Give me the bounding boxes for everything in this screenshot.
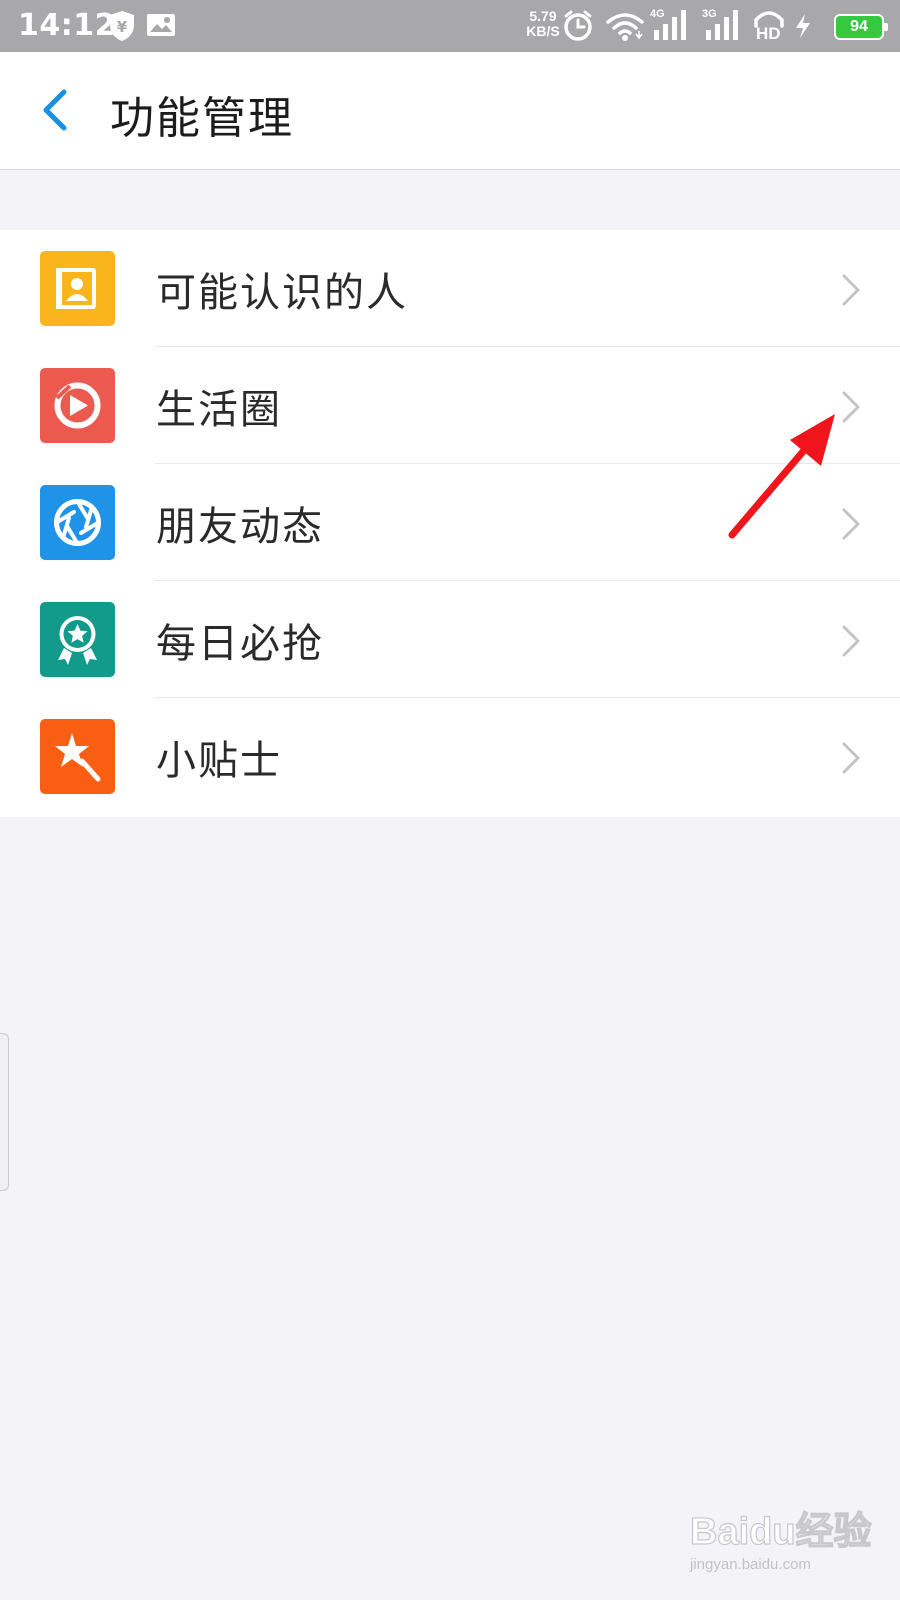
screen: 14:12 ¥ 5.79 KB/S 4G 3G HD 94 功能管理 可能认识的… — [0, 0, 900, 1600]
chevron-right-icon — [842, 742, 860, 774]
watermark: Baidu经验 jingyan.baidu.com — [689, 1500, 872, 1590]
list-item-people-you-may-know[interactable]: 可能认识的人 — [0, 230, 900, 347]
chevron-right-icon — [842, 391, 860, 423]
magic-wand-icon — [40, 719, 115, 794]
signal-icon — [706, 10, 738, 40]
svg-text:¥: ¥ — [117, 18, 128, 36]
network-speed: 5.79 KB/S — [523, 9, 563, 39]
alarm-icon — [564, 10, 592, 41]
play-circle-icon — [40, 368, 115, 443]
watermark-url: jingyan.baidu.com — [690, 1556, 811, 1573]
signal-icon — [654, 10, 686, 40]
list-item-label: 生活圈 — [156, 387, 282, 433]
hd-voice-indicator: HD — [752, 8, 786, 44]
list-item-label: 每日必抢 — [156, 621, 324, 667]
contact-card-icon — [40, 251, 115, 326]
battery-icon: 94 — [834, 14, 888, 40]
status-bar: 14:12 ¥ 5.79 KB/S 4G 3G HD 94 — [0, 0, 900, 52]
network-speed-unit: KB/S — [526, 23, 560, 39]
chevron-right-icon — [842, 274, 860, 306]
chevron-left-icon — [43, 89, 67, 131]
page-title: 功能管理 — [110, 93, 294, 144]
network-speed-value: 5.79 — [529, 8, 557, 24]
annotation-arrow-icon — [728, 414, 835, 539]
wifi-icon — [606, 13, 644, 41]
signal-3g: 3G — [702, 8, 744, 42]
list-item-label: 朋友动态 — [156, 504, 324, 550]
list-item-label: 小贴士 — [156, 738, 282, 784]
edge-drawer-handle[interactable] — [0, 1033, 9, 1191]
hd-label: HD — [756, 24, 781, 43]
chevron-right-icon — [842, 508, 860, 540]
star-medal-icon — [40, 602, 115, 677]
status-time: 14:12 — [18, 8, 116, 43]
image-notification-icon — [147, 14, 175, 36]
shield-yuan-icon: ¥ — [110, 11, 134, 41]
signal-4g: 4G — [650, 8, 692, 42]
list-item-tips[interactable]: 小贴士 — [0, 698, 900, 815]
list-item-label: 可能认识的人 — [156, 270, 408, 316]
back-button[interactable] — [34, 80, 82, 140]
header: 功能管理 — [0, 52, 900, 170]
list-item-daily-deals[interactable]: 每日必抢 — [0, 581, 900, 698]
chevron-right-icon — [842, 625, 860, 657]
watermark-brand: Baidu经验 — [689, 1510, 872, 1553]
charging-icon — [796, 14, 810, 38]
aperture-icon — [40, 485, 115, 560]
